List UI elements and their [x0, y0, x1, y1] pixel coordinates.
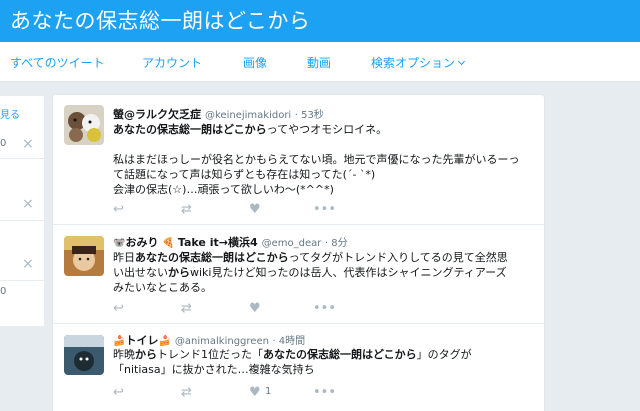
chevron-down-icon	[457, 57, 466, 66]
tweet-text: みたいなとこある。	[113, 281, 212, 294]
tweet-text: い出せない	[113, 266, 168, 279]
cake-emoji-icon: 🍰	[158, 336, 171, 347]
divider	[0, 220, 44, 221]
tweet-text: 」のタグが	[416, 348, 472, 361]
reply-icon[interactable]: ↩	[113, 301, 124, 317]
tweet-text: 昨日	[113, 251, 135, 264]
search-options-dropdown[interactable]: 検索オプション	[371, 54, 466, 71]
tweet-item[interactable]: 螢@ラルク欠乏症 @keinejimakidori · 53秒 あなたの保志総一朗…	[53, 95, 544, 225]
more-icon[interactable]: •••	[313, 385, 336, 401]
reply-icon[interactable]: ↩	[113, 385, 124, 401]
like-icon[interactable]: ♥	[249, 301, 261, 317]
tweet-text-line: みたいなとこある。	[113, 280, 212, 295]
like-icon[interactable]: ♥	[249, 385, 261, 401]
tweet-text: 会津の保志(☆)…頑張って欲しいわ〜(*^^*)	[113, 183, 334, 196]
cake-emoji-icon: 🍰	[113, 336, 126, 347]
tweet-text: 「nitiasa」に抜かされた…複雑な気持ち	[113, 363, 315, 376]
reply-icon[interactable]: ↩	[113, 202, 124, 218]
divider	[0, 158, 44, 159]
tweet-text-line: 昨晩からトレンド1位だった「あなたの保志総一朗はどこから」のタグが	[113, 347, 472, 362]
display-name-suffix[interactable]: Take it→横浜4	[178, 236, 258, 249]
close-icon[interactable]: ×	[22, 196, 34, 212]
tab-accounts[interactable]: アカウント	[142, 54, 202, 71]
screen-name[interactable]: @keinejimakidori	[205, 110, 291, 121]
timestamp[interactable]: · 8分	[325, 238, 348, 249]
more-icon[interactable]: •••	[313, 301, 336, 317]
tweet-timeline: 螢@ラルク欠乏症 @keinejimakidori · 53秒 あなたの保志総一朗…	[52, 94, 545, 411]
tweet-item[interactable]: 🍰トイレ🍰 @animalkinggreen · 4時間 昨晩からトレンド1位だっ…	[53, 325, 544, 411]
highlighted-term: あなたの保志総一朗はどこから	[135, 251, 289, 264]
retweet-icon[interactable]: ⇄	[181, 385, 192, 401]
tab-all-tweets[interactable]: すべてのツイート	[10, 54, 105, 71]
avatar[interactable]	[64, 335, 104, 375]
tab-images[interactable]: 画像	[243, 54, 267, 71]
search-filter-nav: すべてのツイート アカウント 画像 動画 検索オプション	[0, 42, 640, 82]
tweet-header: 🍰トイレ🍰 @animalkinggreen · 4時間	[113, 332, 305, 348]
tweet-text-line: あなたの保志総一朗はどこからってやつオモシロイネ。	[113, 122, 387, 137]
display-name[interactable]: トイレ	[125, 334, 158, 347]
search-options-label: 検索オプション	[371, 56, 456, 70]
tweet-actions: ↩ ⇄ ♥ •••	[113, 202, 383, 218]
tweet-header: 🐨おみり 🍕 Take it→横浜4 @emo_dear · 8分	[113, 234, 348, 250]
highlighted-term: から	[168, 266, 190, 279]
like-count: 1	[265, 386, 272, 397]
left-sidebar-card: 見る 0 × × × 0	[0, 96, 44, 326]
tweet-item[interactable]: 🐨おみり 🍕 Take it→横浜4 @emo_dear · 8分 昨日あなたの保…	[53, 226, 544, 324]
tweet-text: 昨晩	[113, 348, 135, 361]
display-name[interactable]: 螢@ラルク欠乏症	[113, 108, 201, 121]
tweet-text: 私はまだほっしーが役名とかもらえてない頃。地元で声優になった先輩がいるーっ	[113, 153, 520, 166]
avatar[interactable]	[64, 105, 104, 145]
tweet-text: wiki見たけど知ったのは岳人、代表作はシャイニングティアーズ	[190, 266, 507, 279]
tweet-text-line: 「nitiasa」に抜かされた…複雑な気持ち	[113, 362, 315, 377]
tweet-text-line: い出せないからwiki見たけど知ったのは岳人、代表作はシャイニングティアーズ	[113, 265, 507, 280]
highlighted-term: から	[135, 348, 157, 361]
tweet-actions: ↩ ⇄ ♥ •••	[113, 301, 383, 317]
tab-videos[interactable]: 動画	[307, 54, 331, 71]
retweet-icon[interactable]: ⇄	[181, 202, 192, 218]
like-icon[interactable]: ♥	[249, 202, 261, 218]
avatar[interactable]	[64, 236, 104, 276]
tweet-text: トレンド1位だった「	[157, 348, 263, 361]
search-banner: あなたの保志総一朗はどこから	[0, 0, 640, 42]
page-title: あなたの保志総一朗はどこから	[10, 9, 311, 33]
timestamp[interactable]: · 4時間	[272, 336, 305, 347]
close-icon[interactable]: ×	[22, 256, 34, 272]
pizza-emoji-icon: 🍕	[161, 238, 175, 249]
tweet-actions: ↩ ⇄ ♥ 1 •••	[113, 385, 383, 401]
sidebar-count: 0	[0, 138, 7, 149]
tweet-header: 螢@ラルク欠乏症 @keinejimakidori · 53秒	[113, 106, 324, 122]
tweet-text: て話題になって声は知らずとも存在は知ってた(´- `*)	[113, 168, 376, 181]
view-all-link[interactable]: 見る	[0, 106, 20, 121]
sidebar-count: 0	[0, 286, 7, 297]
highlighted-term: あなたの保志総一朗はどこから	[113, 123, 267, 136]
tweet-text-line: 会津の保志(☆)…頑張って欲しいわ〜(*^^*)	[113, 182, 334, 197]
tweet-text: ってタグがトレンド入りしてるの見て全然思	[288, 251, 508, 264]
koala-emoji-icon: 🐨	[113, 238, 126, 249]
highlighted-term: あなたの保志総一朗はどこから	[263, 348, 417, 361]
screen-name[interactable]: @emo_dear	[262, 238, 322, 249]
close-icon[interactable]: ×	[22, 136, 34, 152]
divider	[0, 280, 44, 281]
tweet-text: ってやつオモシロイネ。	[266, 123, 388, 136]
display-name[interactable]: おみり	[125, 236, 158, 249]
retweet-icon[interactable]: ⇄	[181, 301, 192, 317]
tweet-text-line: 昨日あなたの保志総一朗はどこからってタグがトレンド入りしてるの見て全然思	[113, 250, 508, 265]
screen-name[interactable]: @animalkinggreen	[175, 336, 269, 347]
tweet-text-line: て話題になって声は知らずとも存在は知ってた(´- `*)	[113, 167, 375, 182]
tweet-text-line: 私はまだほっしーが役名とかもらえてない頃。地元で声優になった先輩がいるーっ	[113, 152, 519, 167]
more-icon[interactable]: •••	[313, 202, 336, 218]
timestamp[interactable]: · 53秒	[295, 110, 324, 121]
